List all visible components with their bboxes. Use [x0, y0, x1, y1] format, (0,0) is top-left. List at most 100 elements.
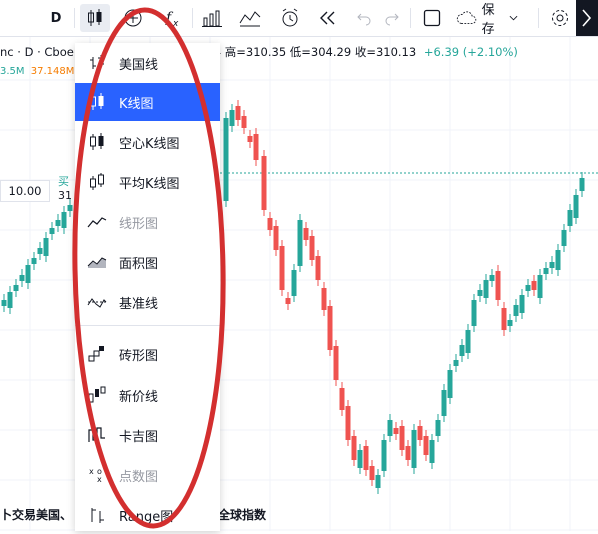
menu-item-label: 空心K线图 — [119, 136, 180, 152]
buy-value: 31 — [58, 189, 72, 202]
menu-item-line-break[interactable]: 新价线 — [75, 376, 220, 414]
layout-button[interactable] — [418, 4, 446, 32]
svg-text:x: x — [97, 475, 102, 484]
candle-body — [235, 106, 241, 120]
menu-item-label: 砖形图 — [119, 348, 159, 364]
buy-button[interactable]: 买 31 — [58, 175, 72, 203]
candle-body — [483, 280, 489, 298]
candle-body — [309, 236, 315, 260]
save-button[interactable]: 保存 — [456, 3, 518, 37]
candle-body — [303, 228, 309, 240]
candle-body — [333, 346, 339, 380]
redo-button[interactable] — [380, 4, 404, 32]
menu-item-label: 线形图 — [119, 216, 159, 232]
buy-label: 买 — [58, 175, 69, 188]
chevron-right-icon — [582, 9, 592, 27]
fx-button[interactable]: fx — [160, 4, 186, 32]
undo-button[interactable] — [352, 4, 376, 32]
candle-body — [241, 116, 247, 128]
menu-item-label: 美国线 — [119, 57, 159, 73]
candle-body — [229, 110, 235, 126]
bar-chart-icon — [202, 10, 222, 27]
candle-body — [435, 420, 441, 436]
candle-body — [279, 246, 285, 290]
line-break-icon — [88, 386, 106, 403]
menu-item-hollow-candles[interactable]: 空心K线图 — [75, 123, 220, 161]
candle-body — [253, 134, 259, 160]
menu-item-candles[interactable]: K线图 — [75, 83, 220, 121]
candle-body — [285, 298, 291, 304]
candle-body — [489, 275, 495, 281]
candle-body — [381, 440, 387, 471]
svg-text:o: o — [97, 467, 102, 476]
replay-icon — [320, 11, 335, 25]
heikin-ashi-icon — [90, 173, 104, 190]
save-label: 保存 — [481, 3, 495, 37]
candle-body — [357, 450, 363, 468]
svg-text:x: x — [89, 467, 94, 476]
candle-body — [261, 156, 267, 210]
candle-body — [405, 446, 411, 460]
layout-icon — [423, 9, 441, 27]
indicators-button[interactable] — [236, 4, 264, 32]
interval-button[interactable]: D — [44, 4, 68, 32]
menu-item-line[interactable]: 线形图 — [75, 203, 220, 241]
menu-item-kagi[interactable]: 卡吉图 — [75, 416, 220, 454]
menu-item-label: 面积图 — [119, 256, 159, 272]
menu-item-heikin-ashi[interactable]: 平均K线图 — [75, 163, 220, 201]
candle-body — [519, 295, 525, 313]
bottom-right-text[interactable]: 全球指数 — [218, 506, 266, 523]
menu-item-bars[interactable]: 美国线 — [75, 44, 220, 82]
toolbar-divider — [74, 8, 75, 28]
candle-body — [417, 426, 423, 440]
candles-icon — [90, 93, 104, 110]
candle-body — [291, 270, 297, 296]
compare-button[interactable] — [198, 4, 226, 32]
line-chart-icon — [87, 217, 107, 228]
candle-body — [471, 300, 477, 326]
settings-button[interactable] — [546, 4, 574, 32]
menu-item-baseline[interactable]: 基准线 — [75, 283, 220, 321]
hollow-candles-icon — [90, 133, 104, 150]
candle-body — [543, 268, 549, 274]
candle-body — [351, 436, 357, 460]
area-chart-icon — [87, 257, 107, 268]
bottom-left-text[interactable]: 卜交易美国、 — [0, 506, 72, 523]
candle-body — [573, 195, 579, 218]
gear-icon — [552, 10, 568, 26]
renko-icon — [88, 346, 104, 362]
chart-type-menu: 美国线 K线图 空心K线图 平均K线图 线形图 面积图 基准线 砖形图 新价线 … — [75, 43, 220, 531]
candle-body — [339, 388, 345, 410]
candle-body — [375, 475, 381, 488]
menu-item-label: 点数图 — [119, 469, 159, 485]
candle-body — [555, 250, 561, 270]
candle-body — [549, 262, 555, 268]
toolbar-divider — [192, 8, 193, 28]
candle-body — [345, 406, 351, 440]
replay-button[interactable] — [314, 4, 342, 32]
menu-item-label: 新价线 — [119, 389, 159, 405]
ohlc-bars-icon — [90, 55, 104, 69]
baseline-icon — [87, 298, 107, 308]
undo-icon — [357, 13, 371, 26]
menu-item-area[interactable]: 面积图 — [75, 243, 220, 281]
menu-item-renko[interactable]: 砖形图 — [75, 335, 220, 373]
candle-body — [67, 205, 73, 211]
price-tag[interactable]: 10.00 — [0, 180, 50, 202]
range-icon — [91, 508, 104, 523]
candle-body — [525, 285, 531, 291]
alert-icon — [282, 8, 298, 27]
add-indicator-button[interactable] — [118, 4, 148, 32]
fullscreen-button[interactable] — [576, 0, 598, 36]
menu-item-point-figure[interactable]: xxo 点数图 — [75, 456, 220, 494]
menu-item-range[interactable]: Range图 — [75, 496, 220, 534]
chart-type-button[interactable] — [80, 4, 110, 32]
candle-body — [495, 271, 501, 300]
symbol-name[interactable]: nc · D · Cboe — [0, 45, 74, 59]
line-chart-icon — [239, 11, 261, 27]
alert-button[interactable] — [276, 4, 304, 32]
candle-body — [399, 426, 405, 450]
candle-body — [429, 440, 435, 463]
svg-text:x: x — [172, 19, 179, 28]
candle-body — [579, 178, 585, 191]
